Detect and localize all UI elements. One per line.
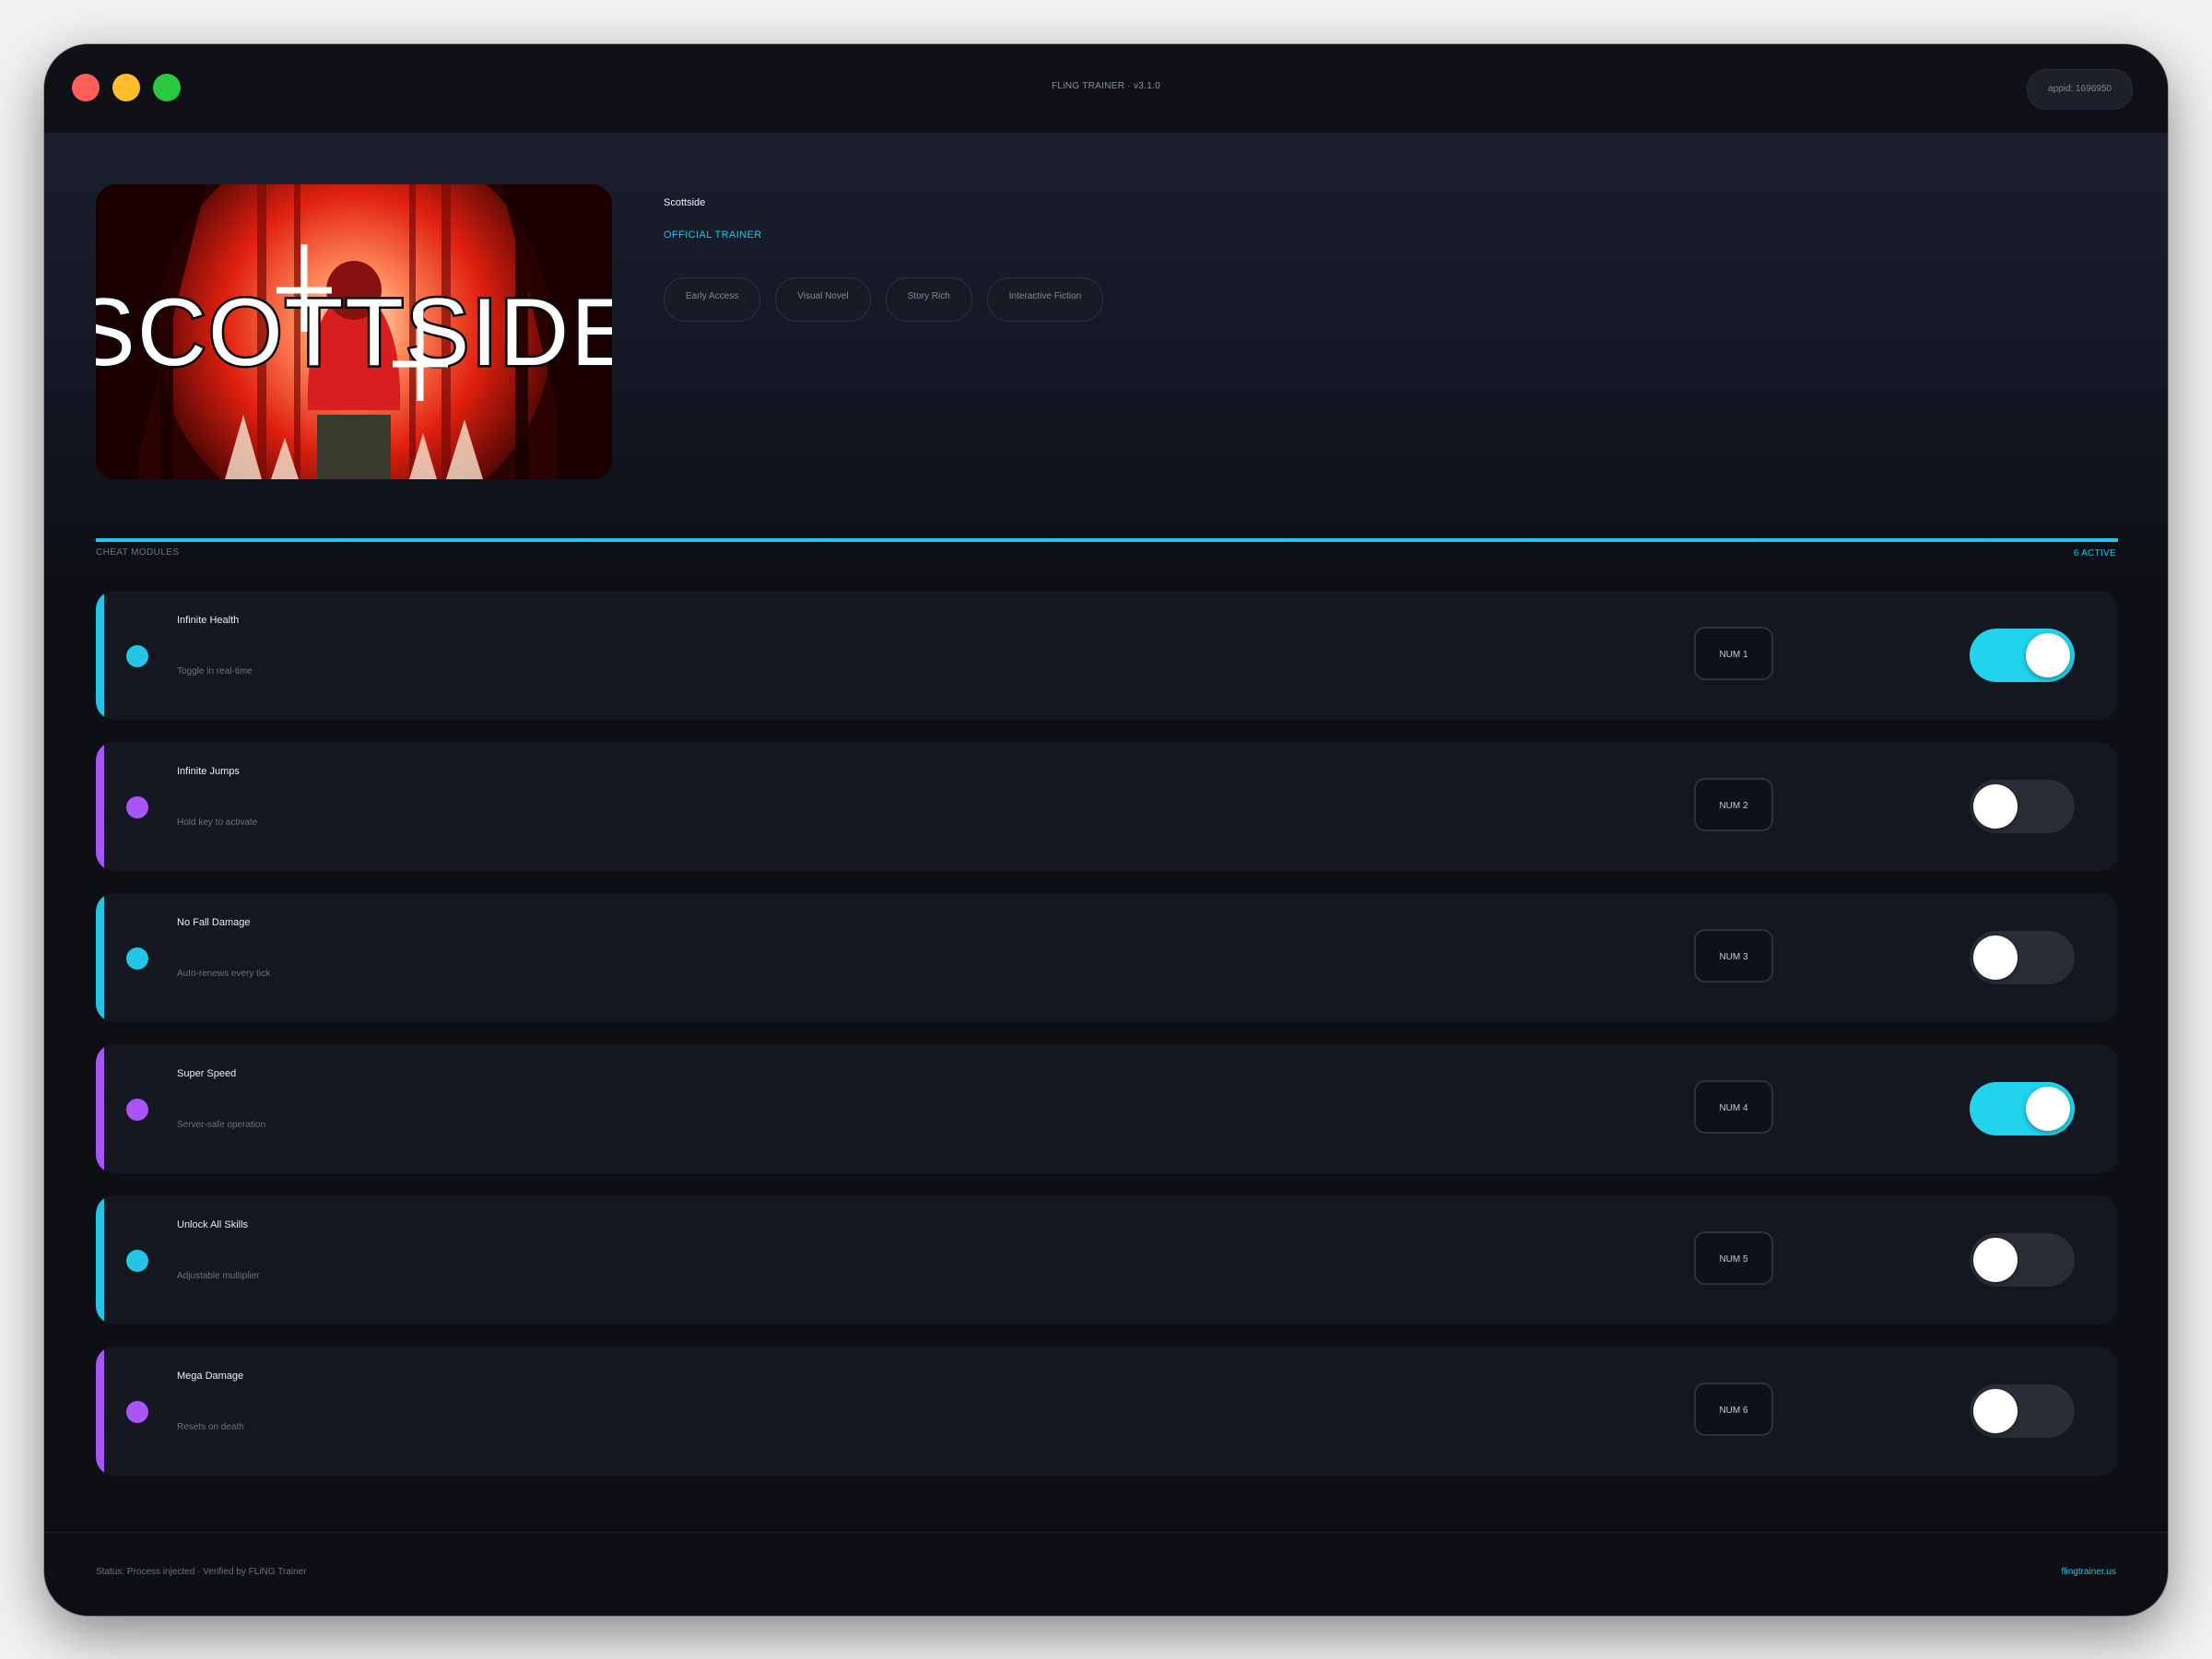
module-title: Infinite Jumps	[177, 766, 240, 777]
footer-website-link[interactable]: flingtrainer.us	[2062, 1567, 2116, 1577]
module-accent-bar	[96, 591, 104, 720]
module-toggle[interactable]	[1970, 1082, 2075, 1135]
genre-tag[interactable]: Visual Novel	[775, 277, 871, 322]
cheat-module-row: Unlock All Skills Adjustable multiplier …	[96, 1195, 2118, 1324]
genre-tag[interactable]: Early Access	[664, 277, 761, 322]
module-description: Hold key to activate	[177, 818, 258, 828]
cheat-module-row: Mega Damage Resets on death NUM 6	[96, 1347, 2118, 1476]
module-accent-bar	[96, 742, 104, 871]
module-hotkey[interactable]: NUM 2	[1694, 778, 1773, 831]
game-cover-image: SCOTTSIDE	[96, 184, 612, 479]
module-hotkey[interactable]: NUM 6	[1694, 1382, 1773, 1436]
module-hotkey[interactable]: NUM 3	[1694, 929, 1773, 982]
cheat-module-list: Infinite Health Toggle in real-time NUM …	[96, 591, 2118, 1498]
module-accent-bar	[96, 1044, 104, 1173]
module-status-dot	[126, 947, 148, 970]
module-hotkey[interactable]: NUM 1	[1694, 627, 1773, 680]
active-modules-count: 6 ACTIVE	[2073, 548, 2116, 559]
module-status-dot	[126, 796, 148, 818]
module-hotkey[interactable]: NUM 5	[1694, 1231, 1773, 1285]
module-toggle[interactable]	[1970, 780, 2075, 833]
game-cover-text: SCOTTSIDE	[96, 279, 612, 386]
module-description: Resets on death	[177, 1422, 244, 1432]
module-toggle[interactable]	[1970, 1233, 2075, 1287]
genre-tag[interactable]: Story Rich	[885, 277, 972, 322]
module-description: Adjustable multiplier	[177, 1271, 260, 1281]
genre-tag[interactable]: Interactive Fiction	[986, 277, 1104, 322]
module-toggle[interactable]	[1970, 1384, 2075, 1438]
module-status-dot	[126, 1250, 148, 1272]
toggle-knob	[1973, 1238, 2018, 1282]
toggle-knob	[2026, 1087, 2070, 1131]
module-status-dot	[126, 645, 148, 667]
toggle-knob	[1973, 1389, 2018, 1433]
game-title: Scottside	[664, 197, 706, 208]
module-title: No Fall Damage	[177, 917, 251, 928]
cheat-module-row: Super Speed Server-safe operation NUM 4	[96, 1044, 2118, 1173]
official-trainer-badge: OFFICIAL TRAINER	[664, 229, 762, 241]
module-description: Auto-renews every tick	[177, 969, 271, 979]
module-title: Super Speed	[177, 1068, 237, 1079]
modules-divider	[96, 538, 2118, 542]
footer-divider	[44, 1532, 2168, 1533]
module-accent-bar	[96, 1195, 104, 1324]
module-toggle[interactable]	[1970, 931, 2075, 984]
module-status-dot	[126, 1401, 148, 1423]
module-title: Unlock All Skills	[177, 1219, 249, 1230]
module-description: Server-safe operation	[177, 1120, 266, 1130]
window-title: FLiNG TRAINER · v3.1.0	[1051, 81, 1161, 91]
toggle-knob	[1973, 935, 2018, 980]
module-title: Infinite Health	[177, 615, 240, 626]
title-bar: FLiNG TRAINER · v3.1.0 appid: 1696950	[44, 44, 2168, 134]
toggle-knob	[2026, 633, 2070, 677]
genre-tags: Early Access Visual Novel Story Rich Int…	[664, 277, 1104, 322]
trainer-window: FLiNG TRAINER · v3.1.0 appid: 1696950 SC…	[44, 44, 2168, 1616]
module-description: Toggle in real-time	[177, 666, 253, 677]
module-title: Mega Damage	[177, 1371, 244, 1382]
module-accent-bar	[96, 1347, 104, 1476]
cheat-module-row: No Fall Damage Auto-renews every tick NU…	[96, 893, 2118, 1022]
toggle-knob	[1973, 784, 2018, 829]
module-toggle[interactable]	[1970, 629, 2075, 682]
game-header: SCOTTSIDE Scottside OFFICIAL TRAINER Ear…	[44, 133, 2168, 584]
appid-badge: appid: 1696950	[2027, 69, 2133, 110]
cheat-module-row: Infinite Health Toggle in real-time NUM …	[96, 591, 2118, 720]
cheat-module-row: Infinite Jumps Hold key to activate NUM …	[96, 742, 2118, 871]
module-hotkey[interactable]: NUM 4	[1694, 1080, 1773, 1134]
modules-section-label: CHEAT MODULES	[96, 547, 180, 558]
module-status-dot	[126, 1099, 148, 1121]
module-accent-bar	[96, 893, 104, 1022]
footer-status: Status: Process injected · Verified by F…	[96, 1567, 307, 1577]
